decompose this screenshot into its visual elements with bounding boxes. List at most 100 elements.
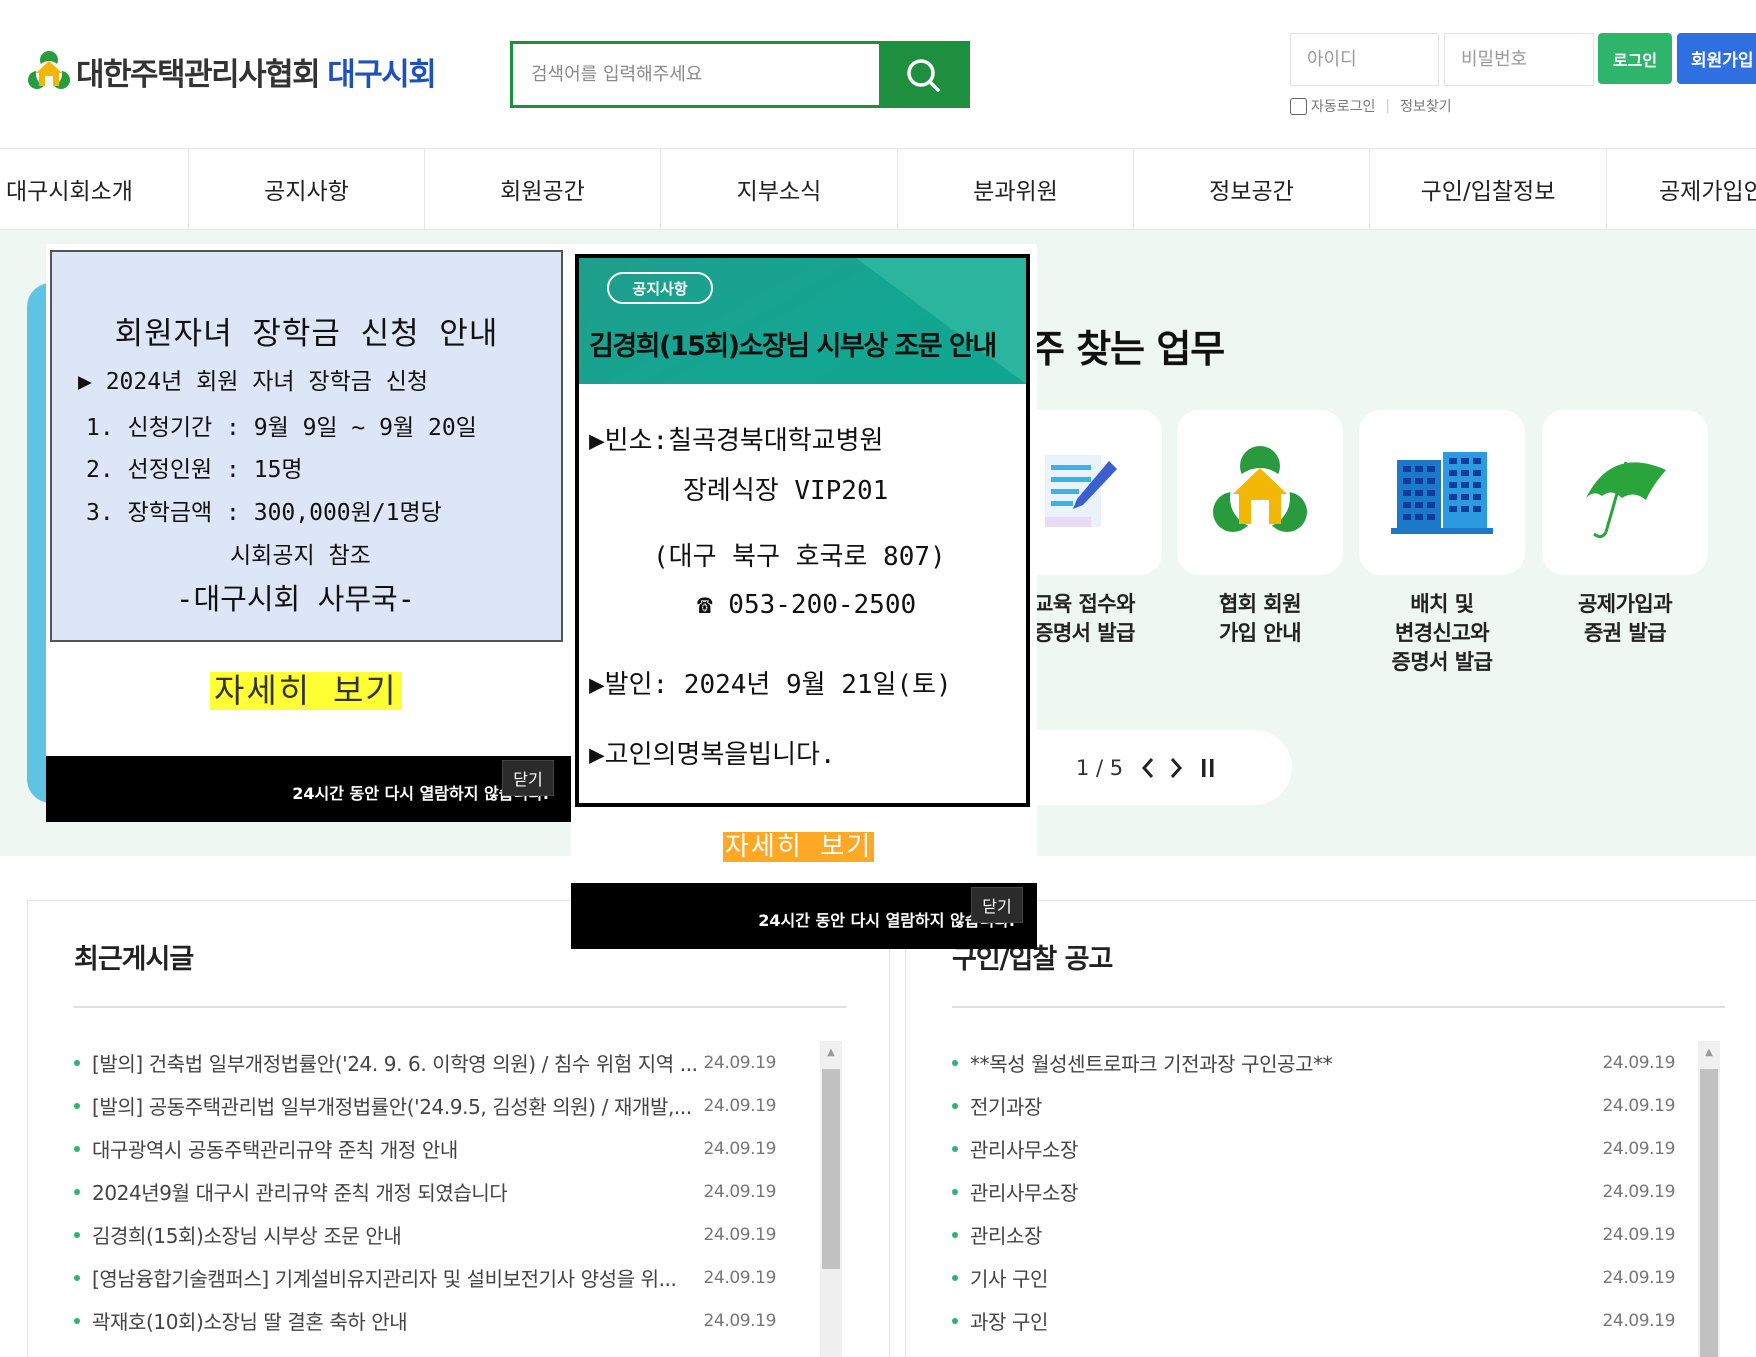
- join-button[interactable]: 회원가입: [1677, 33, 1756, 84]
- nav-item-insurance[interactable]: 공제가입안: [1607, 149, 1756, 229]
- recent-posts-list: [발의] 건축법 일부개정법률안('24. 9. 6. 이학영 의원) / 침수…: [74, 1041, 776, 1342]
- nav-item-jobs-bids[interactable]: 구인/입찰정보: [1370, 149, 1607, 229]
- work-label-insurance: 공제가입과 증권 발급: [1535, 590, 1715, 648]
- popup-line: (대구 북구 호국로 807): [653, 542, 946, 572]
- post-date: 24.09.19: [703, 1181, 776, 1202]
- login-button[interactable]: 로그인: [1598, 33, 1672, 84]
- login-password-input[interactable]: [1444, 33, 1594, 86]
- work-card-membership[interactable]: [1177, 410, 1343, 575]
- chevron-right-icon: [1171, 757, 1183, 778]
- slider-controls: 1 / 5: [1030, 730, 1292, 805]
- popup-line: 시회공지 참조: [230, 543, 371, 569]
- post-title[interactable]: [영남융합기술캠퍼스] 기계설비유지관리자 및 설비보전기사 양성을 위...: [92, 1263, 676, 1292]
- list-item[interactable]: 대구광역시 공동주택관리규약 준칙 개정 안내 24.09.19: [74, 1127, 776, 1170]
- scrollbar-thumb[interactable]: [822, 1069, 840, 1269]
- login-id-input[interactable]: [1290, 33, 1439, 86]
- scroll-up-icon[interactable]: ▲: [820, 1041, 842, 1063]
- scholarship-popup: 회원자녀 장학금 신청 안내 ▶ 2024년 회원 자녀 장학금 신청 1. 신…: [46, 244, 571, 822]
- pause-button[interactable]: [1201, 757, 1215, 779]
- close-button[interactable]: 닫기: [971, 887, 1023, 923]
- list-item[interactable]: [발의] 공동주택관리법 일부개정법률안('24.9.5, 김성환 의원) / …: [74, 1084, 776, 1127]
- list-item[interactable]: 전기과장 24.09.19: [952, 1084, 1675, 1127]
- post-title[interactable]: 대구광역시 공동주택관리규약 준칙 개정 안내: [92, 1134, 458, 1163]
- list-item[interactable]: 관리소장 24.09.19: [952, 1213, 1675, 1256]
- job-title[interactable]: 기사 구인: [970, 1263, 1048, 1292]
- nav-item-intro[interactable]: 대구시회소개: [0, 149, 189, 229]
- bullet-icon: [74, 1317, 80, 1324]
- work-label-line: 증명서 발급: [1034, 621, 1135, 645]
- jobs-scrollbar[interactable]: ▲: [1698, 1041, 1720, 1357]
- divider: [74, 1006, 846, 1008]
- scholarship-notice-image[interactable]: 회원자녀 장학금 신청 안내 ▶ 2024년 회원 자녀 장학금 신청 1. 신…: [50, 250, 563, 642]
- view-details-button[interactable]: 자세히 보기: [210, 672, 402, 710]
- view-details-button[interactable]: 자세히 보기: [723, 832, 875, 862]
- next-button[interactable]: [1169, 757, 1183, 779]
- nav-item-notice[interactable]: 공지사항: [189, 149, 425, 229]
- bullet-icon: [952, 1102, 958, 1109]
- work-card-insurance[interactable]: [1542, 410, 1708, 575]
- search-input[interactable]: [513, 44, 879, 105]
- job-title[interactable]: 관리소장: [970, 1220, 1042, 1249]
- post-date: 24.09.19: [703, 1310, 776, 1331]
- list-item[interactable]: 곽재호(10회)소장님 딸 결혼 축하 안내 24.09.19: [74, 1299, 776, 1342]
- list-item[interactable]: 2024년9월 대구시 관리규약 준칙 개정 되였습니다 24.09.19: [74, 1170, 776, 1213]
- notice-badge: 공지사항: [607, 272, 713, 304]
- popup-line: ▶ 2024년 회원 자녀 장학금 신청: [78, 369, 429, 395]
- work-label-line: 배치 및: [1410, 592, 1474, 616]
- job-title[interactable]: 관리사무소장: [970, 1177, 1078, 1206]
- auto-login-checkbox[interactable]: [1290, 97, 1307, 115]
- list-item[interactable]: [영남융합기술캠퍼스] 기계설비유지관리자 및 설비보전기사 양성을 위... 2…: [74, 1256, 776, 1299]
- nav-item-members[interactable]: 회원공간: [425, 149, 661, 229]
- slider-pager: 1 / 5: [1076, 755, 1124, 780]
- nav-item-branch-news[interactable]: 지부소식: [661, 149, 898, 229]
- post-title[interactable]: [발의] 공동주택관리법 일부개정법률안('24.9.5, 김성환 의원) / …: [92, 1091, 692, 1120]
- condolence-notice-image[interactable]: 공지사항 김경희(15회)소장님 시부상 조문 안내 ▶빈소:칠곡경북대학교병원…: [575, 254, 1030, 807]
- nav-item-committee[interactable]: 분과위원: [898, 149, 1134, 229]
- scrollbar-thumb[interactable]: [1700, 1069, 1718, 1357]
- close-button[interactable]: 닫기: [502, 760, 554, 796]
- list-item[interactable]: 과장 구인 24.09.19: [952, 1299, 1675, 1342]
- find-info-link[interactable]: 정보찾기: [1400, 96, 1452, 116]
- prev-button[interactable]: [1141, 757, 1155, 779]
- bullet-icon: [74, 1188, 80, 1195]
- search-box: [510, 41, 970, 108]
- recent-scrollbar[interactable]: ▲: [820, 1041, 842, 1357]
- job-title[interactable]: **목성 월성센트로파크 기전과장 구인공고**: [970, 1048, 1332, 1077]
- recent-posts-title: 최근게시글: [74, 944, 194, 975]
- post-date: 24.09.19: [703, 1138, 776, 1159]
- popup-title: 김경희(15회)소장님 시부상 조문 안내: [589, 331, 997, 362]
- job-title[interactable]: 전기과장: [970, 1091, 1042, 1120]
- work-card-placement[interactable]: [1359, 410, 1525, 575]
- bullet-icon: [74, 1059, 80, 1066]
- job-title[interactable]: 과장 구인: [970, 1306, 1048, 1335]
- post-title[interactable]: 김경희(15회)소장님 시부상 조문 안내: [92, 1220, 401, 1249]
- jobs-board: 구인/입찰 공고 **목성 월성센트로파크 기전과장 구인공고** 24.09.1…: [905, 900, 1756, 1357]
- recent-posts-board: 최근게시글 [발의] 건축법 일부개정법률안('24. 9. 6. 이학영 의원…: [27, 900, 890, 1357]
- popup-title: 회원자녀 장학금 신청 안내: [114, 316, 499, 352]
- list-item[interactable]: 기사 구인 24.09.19: [952, 1256, 1675, 1299]
- nav-item-info[interactable]: 정보공간: [1134, 149, 1370, 229]
- scroll-up-icon[interactable]: ▲: [1698, 1041, 1720, 1063]
- search-button[interactable]: [879, 44, 967, 105]
- job-title[interactable]: 관리사무소장: [970, 1134, 1078, 1163]
- bullet-icon: [952, 1274, 958, 1281]
- list-item[interactable]: 관리사무소장 24.09.19: [952, 1127, 1675, 1170]
- list-item[interactable]: 관리사무소장 24.09.19: [952, 1170, 1675, 1213]
- job-date: 24.09.19: [1602, 1181, 1675, 1202]
- list-item[interactable]: [발의] 건축법 일부개정법률안('24. 9. 6. 이학영 의원) / 침수…: [74, 1041, 776, 1084]
- post-title[interactable]: 2024년9월 대구시 관리규약 준칙 개정 되였습니다: [92, 1177, 507, 1206]
- list-item[interactable]: 김경희(15회)소장님 시부상 조문 안내 24.09.19: [74, 1213, 776, 1256]
- post-title[interactable]: 곽재호(10회)소장님 딸 결혼 축하 안내: [92, 1306, 407, 1335]
- job-date: 24.09.19: [1602, 1052, 1675, 1073]
- post-title[interactable]: [발의] 건축법 일부개정법률안('24. 9. 6. 이학영 의원) / 침수…: [92, 1048, 698, 1077]
- frequent-tasks-title: 주 찾는 업무: [1030, 327, 1225, 371]
- job-date: 24.09.19: [1602, 1310, 1675, 1331]
- bullet-icon: [952, 1145, 958, 1152]
- logo-main-text: 대한주택관리사협회: [76, 56, 321, 93]
- auto-login-label[interactable]: 자동로그인: [1311, 96, 1375, 116]
- list-item[interactable]: **목성 월성센트로파크 기전과장 구인공고** 24.09.19: [952, 1041, 1675, 1084]
- page: 대한주택관리사협회대구시회 로그인 회원가입 자동로그인 | 정보찾기 대구시회…: [0, 0, 1756, 1357]
- pause-icon: [1202, 758, 1214, 777]
- site-logo[interactable]: 대한주택관리사협회 대구시회: [26, 48, 437, 94]
- job-date: 24.09.19: [1602, 1267, 1675, 1288]
